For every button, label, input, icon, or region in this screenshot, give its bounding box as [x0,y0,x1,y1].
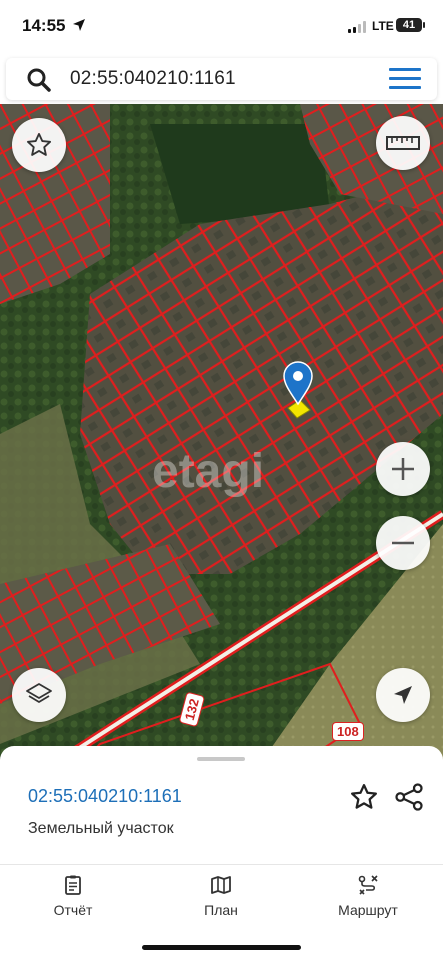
network-type: LTE [372,19,394,33]
cadastral-number[interactable]: 02:55:040210:1161 [28,786,182,807]
share-icon[interactable] [394,782,424,812]
layers-button[interactable] [12,668,66,722]
satellite-map[interactable] [0,104,443,764]
ruler-button[interactable] [376,116,430,170]
layers-icon [26,683,52,703]
status-bar: 14:55 LTE 41 [0,0,443,54]
location-arrow-icon [73,19,85,31]
road-label-108: 108 [332,722,364,741]
minus-icon [392,541,414,545]
tab-plan-label: План [204,902,238,918]
tabs-divider [0,864,443,865]
tab-route-label: Маршрут [338,902,398,918]
tab-plan[interactable]: План [188,874,254,918]
object-type: Земельный участок [28,820,174,837]
search-icon[interactable] [26,67,52,93]
home-indicator[interactable] [142,945,301,950]
tab-report[interactable]: Отчёт [40,874,106,918]
battery-level: 41 [402,19,416,31]
map-view[interactable]: etagi 132 108 [0,104,443,764]
battery-icon: 41 [396,18,425,32]
search-bar[interactable]: 02:55:040210:1161 [6,58,437,100]
map-icon [211,876,231,894]
my-location-button[interactable] [376,668,430,722]
tab-route[interactable]: Маршрут [325,874,411,918]
signal-icon [348,21,366,33]
favorite-map-button[interactable] [12,118,66,172]
search-input[interactable]: 02:55:040210:1161 [70,68,236,90]
tab-report-label: Отчёт [53,902,93,918]
map-watermark: etagi [152,445,265,498]
object-sheet[interactable]: 02:55:040210:1161 Земельный участок Отчё… [0,746,443,960]
navigation-arrow-icon [394,686,412,704]
plus-icon [392,458,414,480]
ruler-icon [386,136,420,150]
clipboard-icon [65,875,81,895]
star-icon [26,132,52,156]
menu-icon[interactable] [389,68,421,90]
sheet-drag-handle[interactable] [197,757,245,761]
route-icon [358,875,378,895]
star-icon[interactable] [349,782,379,812]
status-time: 14:55 [22,16,66,35]
zoom-out-button[interactable] [376,516,430,570]
zoom-in-button[interactable] [376,442,430,496]
